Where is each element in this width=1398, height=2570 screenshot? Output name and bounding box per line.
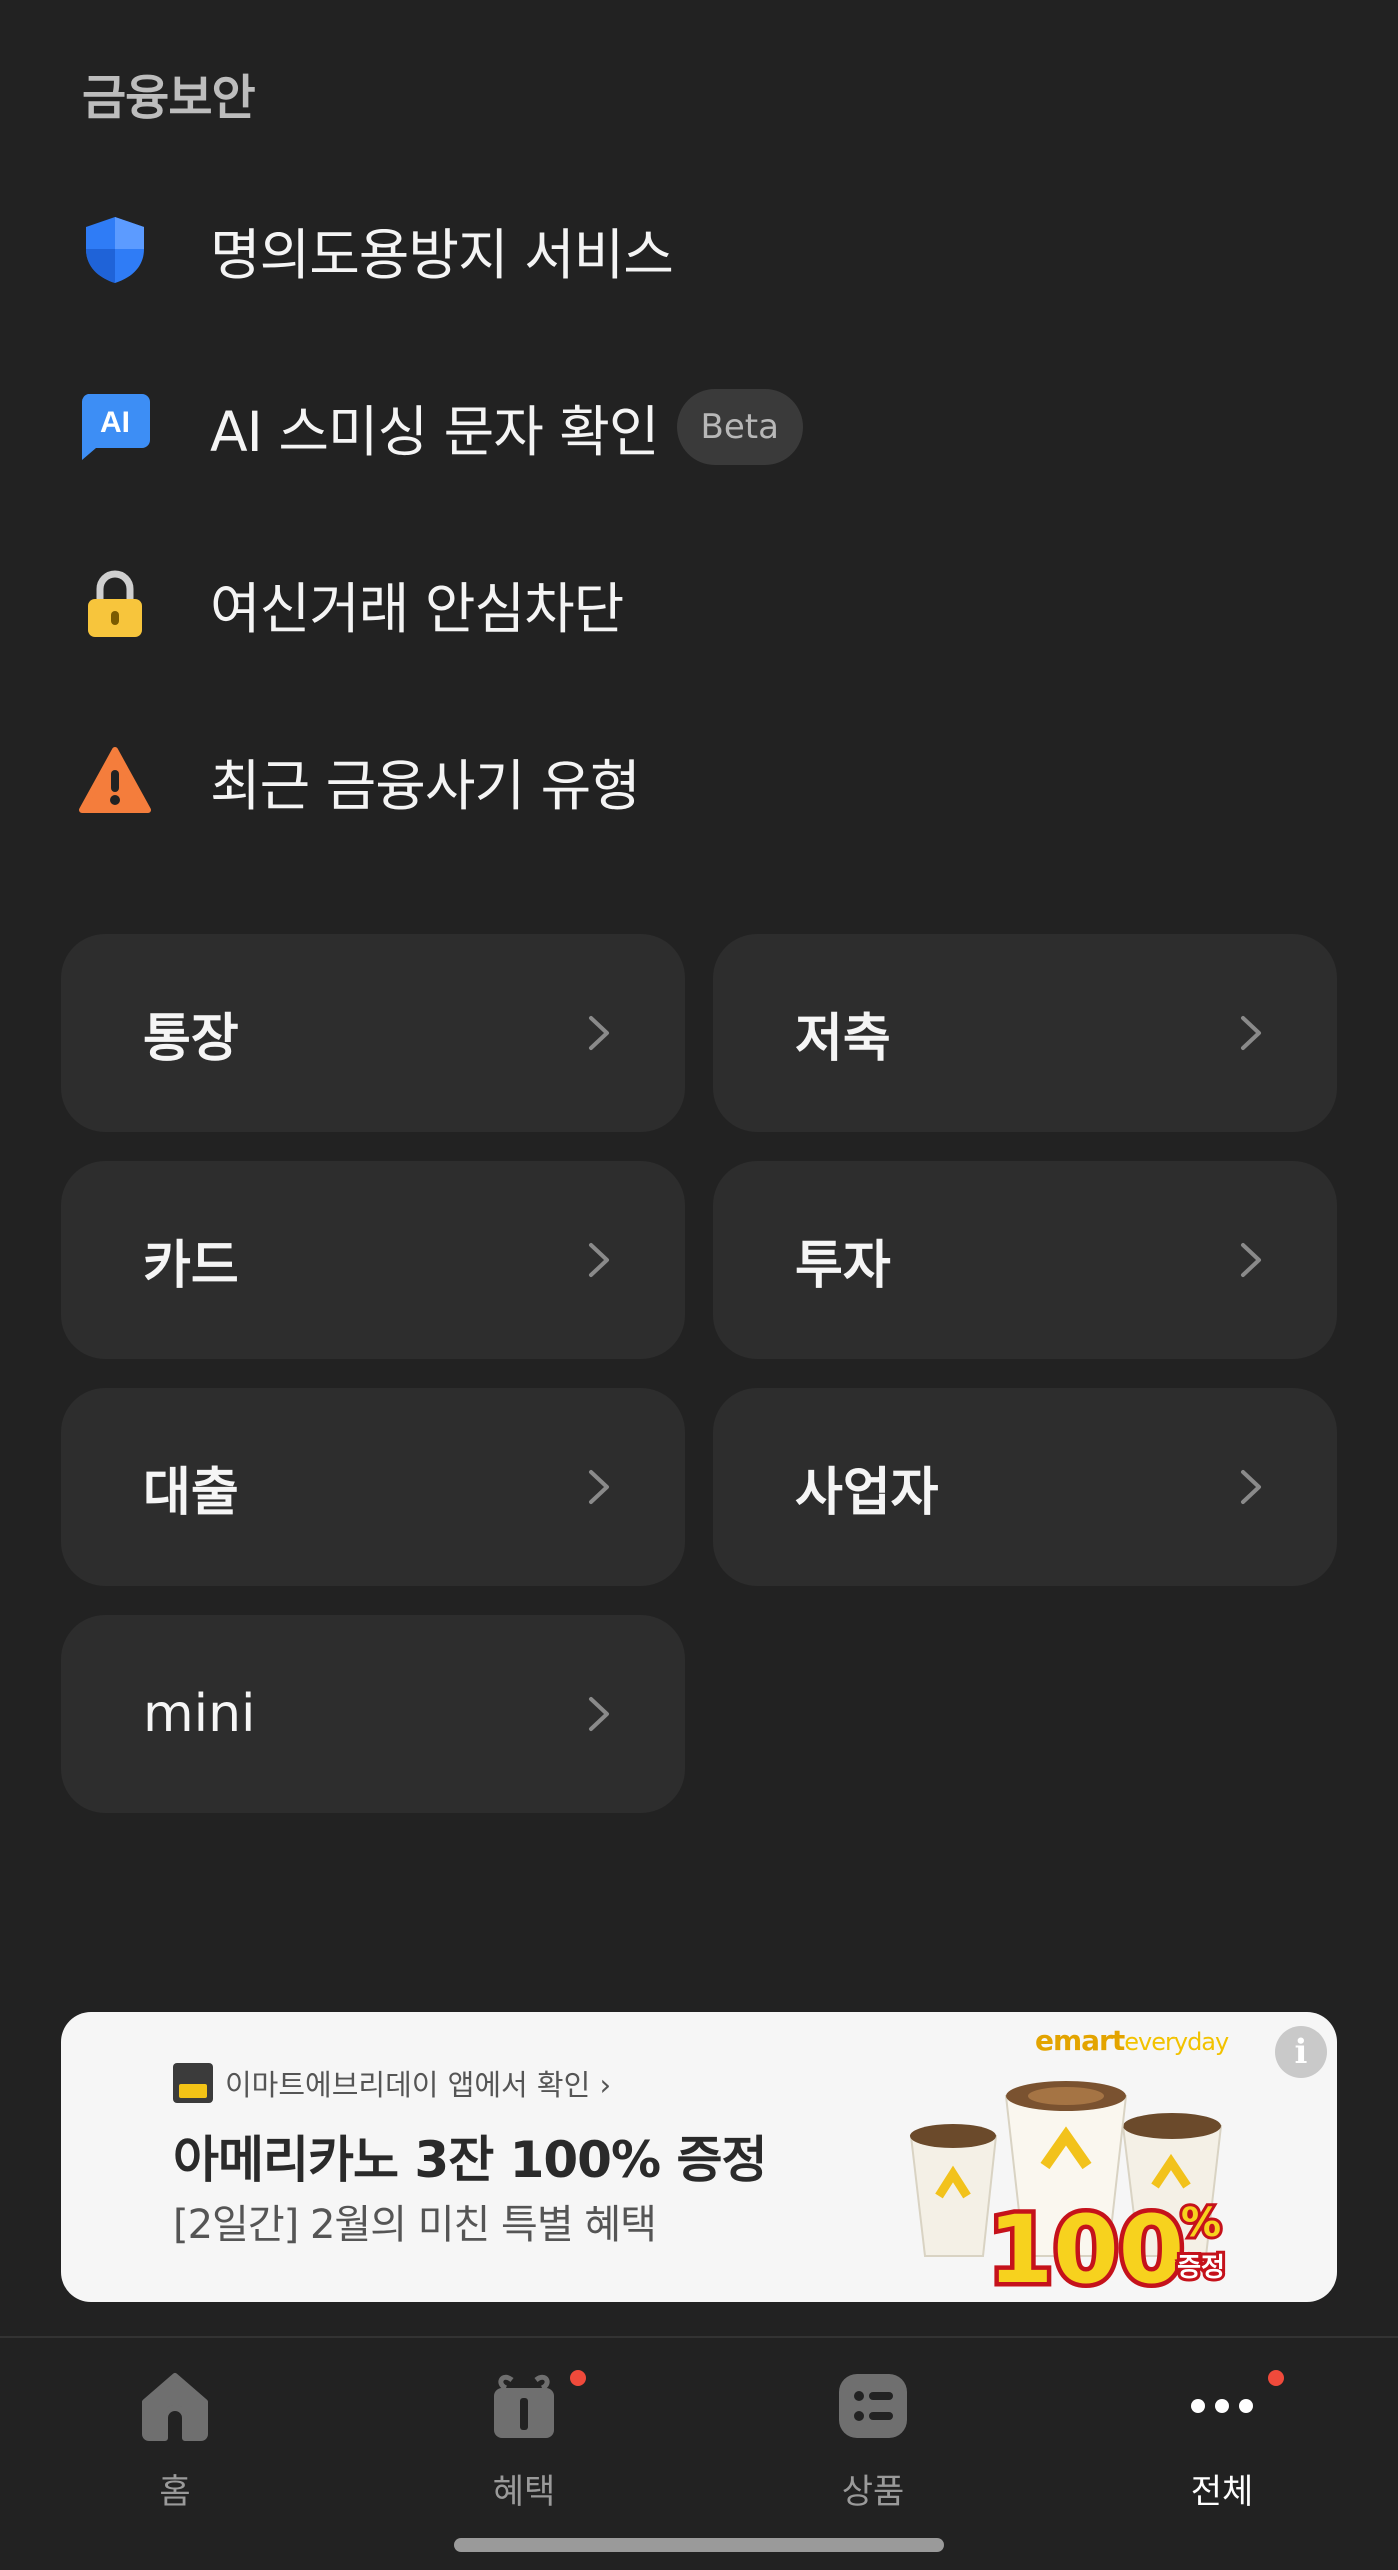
emart-everyday-logo: emarteveryday [1035,2024,1229,2057]
category-label: 사업자 [795,1462,939,1523]
tab-all[interactable]: 전체 [1122,2368,1322,2518]
security-item-ai-smishing[interactable]: AI AI 스미싱 문자 확인 Beta [0,362,1398,492]
tab-label: 상품 [841,2472,905,2512]
security-item-label: 최근 금융사기 유형 [210,754,641,818]
chevron-right-icon [1241,1243,1261,1277]
beta-badge: Beta [676,389,803,465]
home-indicator[interactable] [454,2538,944,2552]
notification-dot [570,2370,586,2386]
section-title: 금융보안 [82,70,256,126]
category-card-card[interactable]: 카드 [61,1161,685,1359]
emart-app-icon [173,2063,213,2103]
ad-source-text: 이마트에브리데이 앱에서 확인 › [225,2068,612,2102]
tab-products[interactable]: 상품 [773,2368,973,2518]
chevron-right-icon [1241,1470,1261,1504]
category-card-business[interactable]: 사업자 [713,1388,1337,1586]
promo-100-text: 100 [988,2196,1184,2302]
security-item-fraud-types[interactable]: 최근 금융사기 유형 [0,716,1398,846]
security-item-identity-protection[interactable]: 명의도용방지 서비스 [0,185,1398,315]
security-item-label: 명의도용방지 서비스 [210,223,674,287]
warning-icon [79,747,151,813]
tab-label: 전체 [1190,2472,1254,2512]
security-item-credit-block[interactable]: 여신거래 안심차단 [0,539,1398,669]
coffee-cups-image: 100 % 증정 [909,2081,1228,2302]
category-label: 저축 [795,1008,891,1069]
more-icon [1191,2399,1253,2413]
svg-text:AI: AI [100,406,130,439]
category-label: 통장 [143,1008,239,1069]
category-card-savings[interactable]: 저축 [713,934,1337,1132]
ad-banner[interactable]: 이마트에브리데이 앱에서 확인 › 아메리카노 3잔 100% 증정 [2일간]… [61,2012,1337,2302]
ai-chat-icon: AI [81,394,150,460]
category-card-mini[interactable]: mini [61,1615,685,1813]
security-item-label: 여신거래 안심차단 [210,577,624,641]
chevron-right-icon [589,1016,609,1050]
gift-icon [494,2374,554,2438]
info-icon[interactable]: i [1275,2026,1327,2078]
tab-benefits[interactable]: 혜택 [424,2368,624,2518]
ad-source-link[interactable]: 이마트에브리데이 앱에서 확인 › [173,2062,611,2104]
bottom-tab-bar: 홈 혜택 상품 전체 [0,2338,1398,2570]
category-card-investment[interactable]: 투자 [713,1161,1337,1359]
list-icon [839,2374,907,2438]
category-label: 카드 [143,1235,239,1296]
category-label: 대출 [143,1462,239,1523]
category-label: 투자 [795,1235,891,1296]
lock-icon [88,570,142,637]
promo-word-text: 증정 [1177,2253,1225,2283]
category-card-account[interactable]: 통장 [61,934,685,1132]
security-item-label: AI 스미싱 문자 확인 [210,400,659,464]
tab-label: 홈 [159,2472,191,2512]
tab-label: 혜택 [492,2472,556,2512]
category-label: mini [143,1684,256,1744]
chevron-right-icon [589,1470,609,1504]
shield-icon [86,217,144,283]
promo-percent-text: % [1181,2200,1221,2246]
home-icon [142,2373,208,2441]
chevron-right-icon [1241,1016,1261,1050]
ad-subtext: [2일간] 2월의 미친 특별 혜택 [173,2202,657,2248]
category-card-loan[interactable]: 대출 [61,1388,685,1586]
notification-dot [1268,2370,1284,2386]
ad-headline: 아메리카노 3잔 100% 증정 [173,2131,767,2189]
chevron-right-icon [589,1697,609,1731]
tab-home[interactable]: 홈 [75,2368,275,2518]
chevron-right-icon [589,1243,609,1277]
